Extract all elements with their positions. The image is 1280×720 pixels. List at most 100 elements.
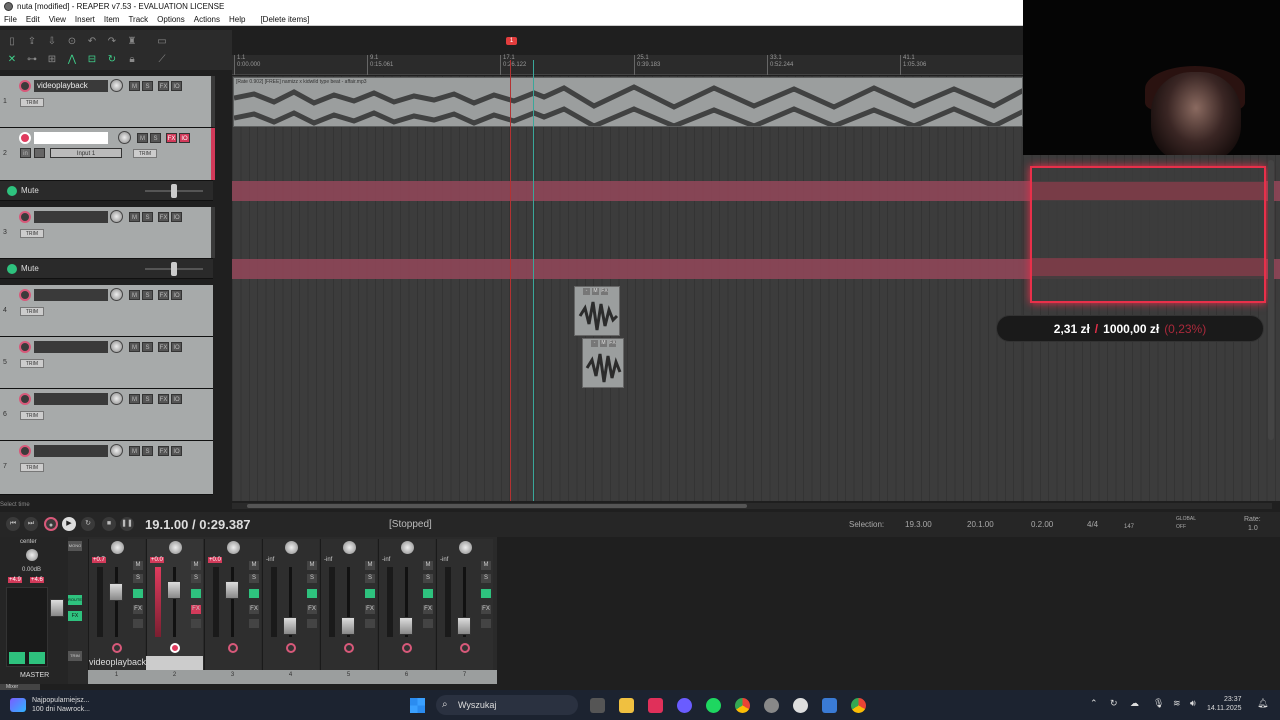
item-fx-button[interactable]: FX xyxy=(609,340,616,347)
pan-knob[interactable] xyxy=(169,541,182,554)
go-to-end-icon[interactable]: ⏭ xyxy=(24,517,38,531)
solo-button[interactable]: S xyxy=(142,342,153,352)
notification-bell-icon[interactable]: 🔔︎ xyxy=(1257,698,1268,709)
item-lock-icon[interactable]: ◦ xyxy=(591,340,598,347)
route-button[interactable] xyxy=(481,589,491,598)
mute-button[interactable]: M xyxy=(307,561,317,570)
scrollbar-thumb[interactable] xyxy=(247,504,747,508)
io-button[interactable]: IO xyxy=(171,342,182,352)
envelope-toggle-icon[interactable] xyxy=(7,186,17,196)
lock-icon[interactable]: 🔒︎ xyxy=(126,54,138,66)
trim-button[interactable]: TRIM xyxy=(20,463,44,472)
solo-button[interactable]: S xyxy=(142,212,153,222)
volume-fader[interactable] xyxy=(399,617,413,635)
record-arm-button[interactable] xyxy=(19,80,31,92)
selection-length[interactable]: 0.2.00 xyxy=(1031,520,1053,529)
item-mute-button[interactable]: M xyxy=(600,340,607,347)
task-view-icon[interactable] xyxy=(590,698,605,713)
record-arm-button[interactable] xyxy=(19,445,31,457)
mute-envelope-lane[interactable]: Mute xyxy=(0,181,213,201)
fx-button[interactable]: FX xyxy=(365,605,375,614)
media-item-beat[interactable]: [Rate 0.902] [FREE] namizz x kidwild typ… xyxy=(233,77,1023,127)
mute-button[interactable]: M xyxy=(249,561,259,570)
io-button[interactable]: IO xyxy=(171,394,182,404)
mixer-strip-1[interactable]: +0.7 M S FX xyxy=(88,539,145,672)
solo-button[interactable]: S xyxy=(133,574,143,583)
mute-button[interactable]: M xyxy=(129,394,140,404)
global-automation-state[interactable]: OFF xyxy=(1176,524,1186,530)
pause-icon[interactable]: ❚❚ xyxy=(120,517,134,531)
tray-sync-icon[interactable]: ↻ xyxy=(1110,698,1118,709)
file-explorer-icon[interactable] xyxy=(619,698,634,713)
mute-button[interactable]: M xyxy=(423,561,433,570)
record-arm-button[interactable] xyxy=(19,341,31,353)
mute-button[interactable]: M xyxy=(129,290,140,300)
fx-button[interactable]: FX xyxy=(158,446,169,456)
item-fx-button[interactable]: FX xyxy=(601,288,608,295)
pan-knob[interactable] xyxy=(343,541,356,554)
volume-knob[interactable] xyxy=(110,340,123,353)
record-arm-button[interactable] xyxy=(19,289,31,301)
solo-button[interactable]: S xyxy=(481,574,491,583)
record-arm-button[interactable] xyxy=(286,643,296,653)
mute-button[interactable]: M xyxy=(133,561,143,570)
toolbar-blank-icon[interactable]: ▭ xyxy=(156,36,168,48)
menu-file[interactable]: File xyxy=(4,15,17,24)
track-name[interactable] xyxy=(34,132,108,144)
track-name[interactable] xyxy=(34,211,108,223)
pan-knob[interactable] xyxy=(459,541,472,554)
menu-view[interactable]: View xyxy=(49,15,66,24)
item-mute-button[interactable]: M xyxy=(592,288,599,295)
record-arm-button[interactable] xyxy=(344,643,354,653)
volume-fader[interactable] xyxy=(457,617,471,635)
new-project-icon[interactable]: ▯ xyxy=(6,36,18,48)
play-icon[interactable]: ▶ xyxy=(62,517,76,531)
windows-start-icon[interactable] xyxy=(410,698,425,713)
envelope-slider-knob[interactable] xyxy=(171,262,177,276)
track-2[interactable]: 2 M S FX IO in Input 1 TRIM xyxy=(0,128,215,181)
solo-button[interactable]: S xyxy=(142,81,153,91)
mute-button[interactable]: M xyxy=(191,561,201,570)
volume-knob[interactable] xyxy=(110,444,123,457)
project-marker[interactable]: 1 xyxy=(506,37,517,45)
loop-icon[interactable]: ↻ xyxy=(106,54,118,66)
mute-envelope-lane-area[interactable] xyxy=(232,181,1023,201)
track-3[interactable]: 3 M S FX IO TRIM xyxy=(0,207,215,259)
route-button[interactable] xyxy=(133,589,143,598)
mixer-track-name[interactable]: videoplayback xyxy=(89,657,146,667)
menu-insert[interactable]: Insert xyxy=(75,15,95,24)
solo-button[interactable]: S xyxy=(150,133,161,143)
pan-knob[interactable] xyxy=(401,541,414,554)
group-icon[interactable]: ⊶ xyxy=(26,54,38,66)
track-7[interactable]: 7 M S FX IO TRIM xyxy=(0,441,213,495)
menu-last-action[interactable]: [Delete items] xyxy=(260,15,309,24)
media-item-small[interactable]: ◦ M FX xyxy=(582,338,624,388)
tray-cloud-icon[interactable]: ☁ xyxy=(1130,698,1139,709)
mute-button[interactable]: M xyxy=(137,133,148,143)
volume-knob[interactable] xyxy=(110,79,123,92)
tray-volume-icon[interactable]: 🔊︎ xyxy=(1190,698,1196,709)
record-icon[interactable]: ● xyxy=(44,517,58,531)
tempo[interactable]: 147 xyxy=(1124,524,1134,530)
solo-button[interactable]: S xyxy=(142,446,153,456)
fx-button[interactable]: FX xyxy=(166,133,177,143)
fx-button[interactable]: FX xyxy=(481,605,491,614)
record-arm-button[interactable] xyxy=(19,211,31,223)
vertical-scrollbar[interactable] xyxy=(1268,160,1274,440)
envelope-slider-knob[interactable] xyxy=(171,184,177,198)
trim-button[interactable]: TRIM xyxy=(20,411,44,420)
input-select[interactable]: Input 1 xyxy=(50,148,122,158)
master-fader[interactable] xyxy=(50,599,64,617)
record-arm-button[interactable] xyxy=(460,643,470,653)
solo-button[interactable]: S xyxy=(365,574,375,583)
envelope-toggle-icon[interactable] xyxy=(7,264,17,274)
mixer-strip-6[interactable]: -inf M S FX xyxy=(378,539,435,672)
route-button[interactable] xyxy=(307,589,317,598)
fx-button[interactable]: FX xyxy=(307,605,317,614)
news-widget[interactable]: Najpopularniejsz... 100 dni Nawrock... xyxy=(32,696,90,714)
fx-button[interactable]: FX xyxy=(158,290,169,300)
stop-icon[interactable]: ■ xyxy=(102,517,116,531)
obs-icon[interactable] xyxy=(764,698,779,713)
volume-fader[interactable] xyxy=(283,617,297,635)
track-4[interactable]: 4 M S FX IO TRIM xyxy=(0,285,213,337)
